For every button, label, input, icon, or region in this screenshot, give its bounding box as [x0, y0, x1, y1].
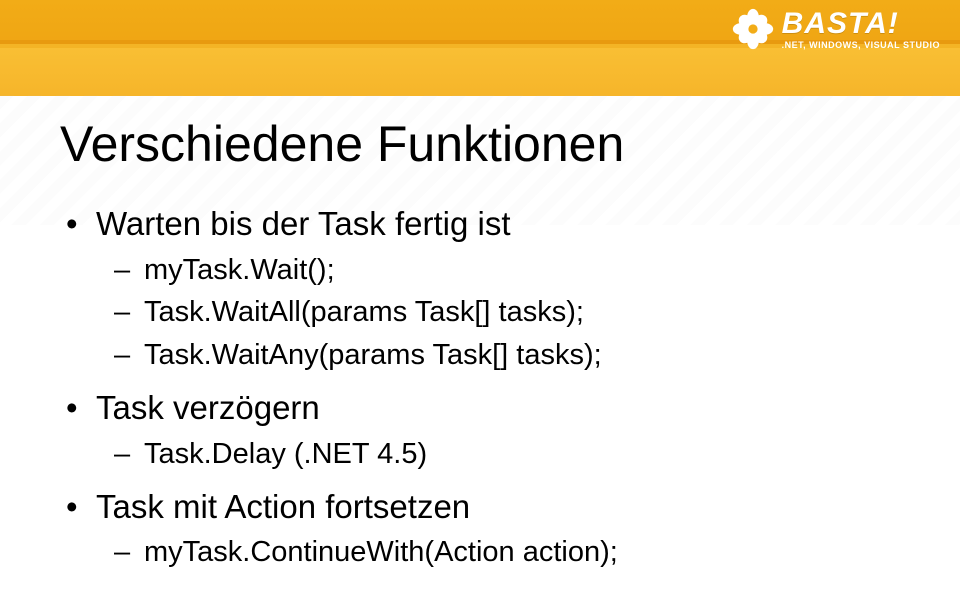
list-item: Task.WaitAll(params Task[] tasks);: [144, 291, 900, 334]
list-item: Task verzögern Task.Delay (.NET 4.5): [96, 385, 900, 475]
flower-icon: [732, 8, 774, 50]
list-item: myTask.Wait();: [144, 249, 900, 292]
bullet-list: Warten bis der Task fertig ist myTask.Wa…: [60, 201, 900, 574]
sub-bullet-list: Task.Delay (.NET 4.5): [96, 433, 900, 476]
list-item: Task.WaitAny(params Task[] tasks);: [144, 334, 900, 377]
slide: BASTA! .NET, WINDOWS, VISUAL STUDIO Vers…: [0, 0, 960, 599]
header-band: BASTA! .NET, WINDOWS, VISUAL STUDIO: [0, 0, 960, 96]
sub-bullet-list: myTask.ContinueWith(Action action);: [96, 531, 900, 574]
sub-bullet-list: myTask.Wait(); Task.WaitAll(params Task[…: [96, 249, 900, 378]
bullet-text: Task mit Action fortsetzen: [96, 488, 470, 525]
bullet-text: Warten bis der Task fertig ist: [96, 205, 510, 242]
header-band-bottom: [0, 48, 960, 96]
sub-bullet-text: myTask.ContinueWith(Action action);: [144, 536, 618, 568]
slide-content: Verschiedene Funktionen Warten bis der T…: [60, 115, 900, 582]
brand-name: BASTA!: [782, 9, 940, 39]
bullet-text: Task verzögern: [96, 389, 320, 426]
brand-text: BASTA! .NET, WINDOWS, VISUAL STUDIO: [782, 9, 940, 50]
list-item: Task mit Action fortsetzen myTask.Contin…: [96, 484, 900, 574]
brand-subline: .NET, WINDOWS, VISUAL STUDIO: [782, 41, 940, 50]
list-item: Warten bis der Task fertig ist myTask.Wa…: [96, 201, 900, 377]
slide-title: Verschiedene Funktionen: [60, 115, 900, 173]
sub-bullet-text: myTask.Wait();: [144, 254, 335, 286]
sub-bullet-text: Task.Delay (.NET 4.5): [144, 438, 427, 470]
brand-logo: BASTA! .NET, WINDOWS, VISUAL STUDIO: [732, 8, 940, 50]
list-item: myTask.ContinueWith(Action action);: [144, 531, 900, 574]
sub-bullet-text: Task.WaitAny(params Task[] tasks);: [144, 339, 602, 371]
list-item: Task.Delay (.NET 4.5): [144, 433, 900, 476]
sub-bullet-text: Task.WaitAll(params Task[] tasks);: [144, 296, 584, 328]
